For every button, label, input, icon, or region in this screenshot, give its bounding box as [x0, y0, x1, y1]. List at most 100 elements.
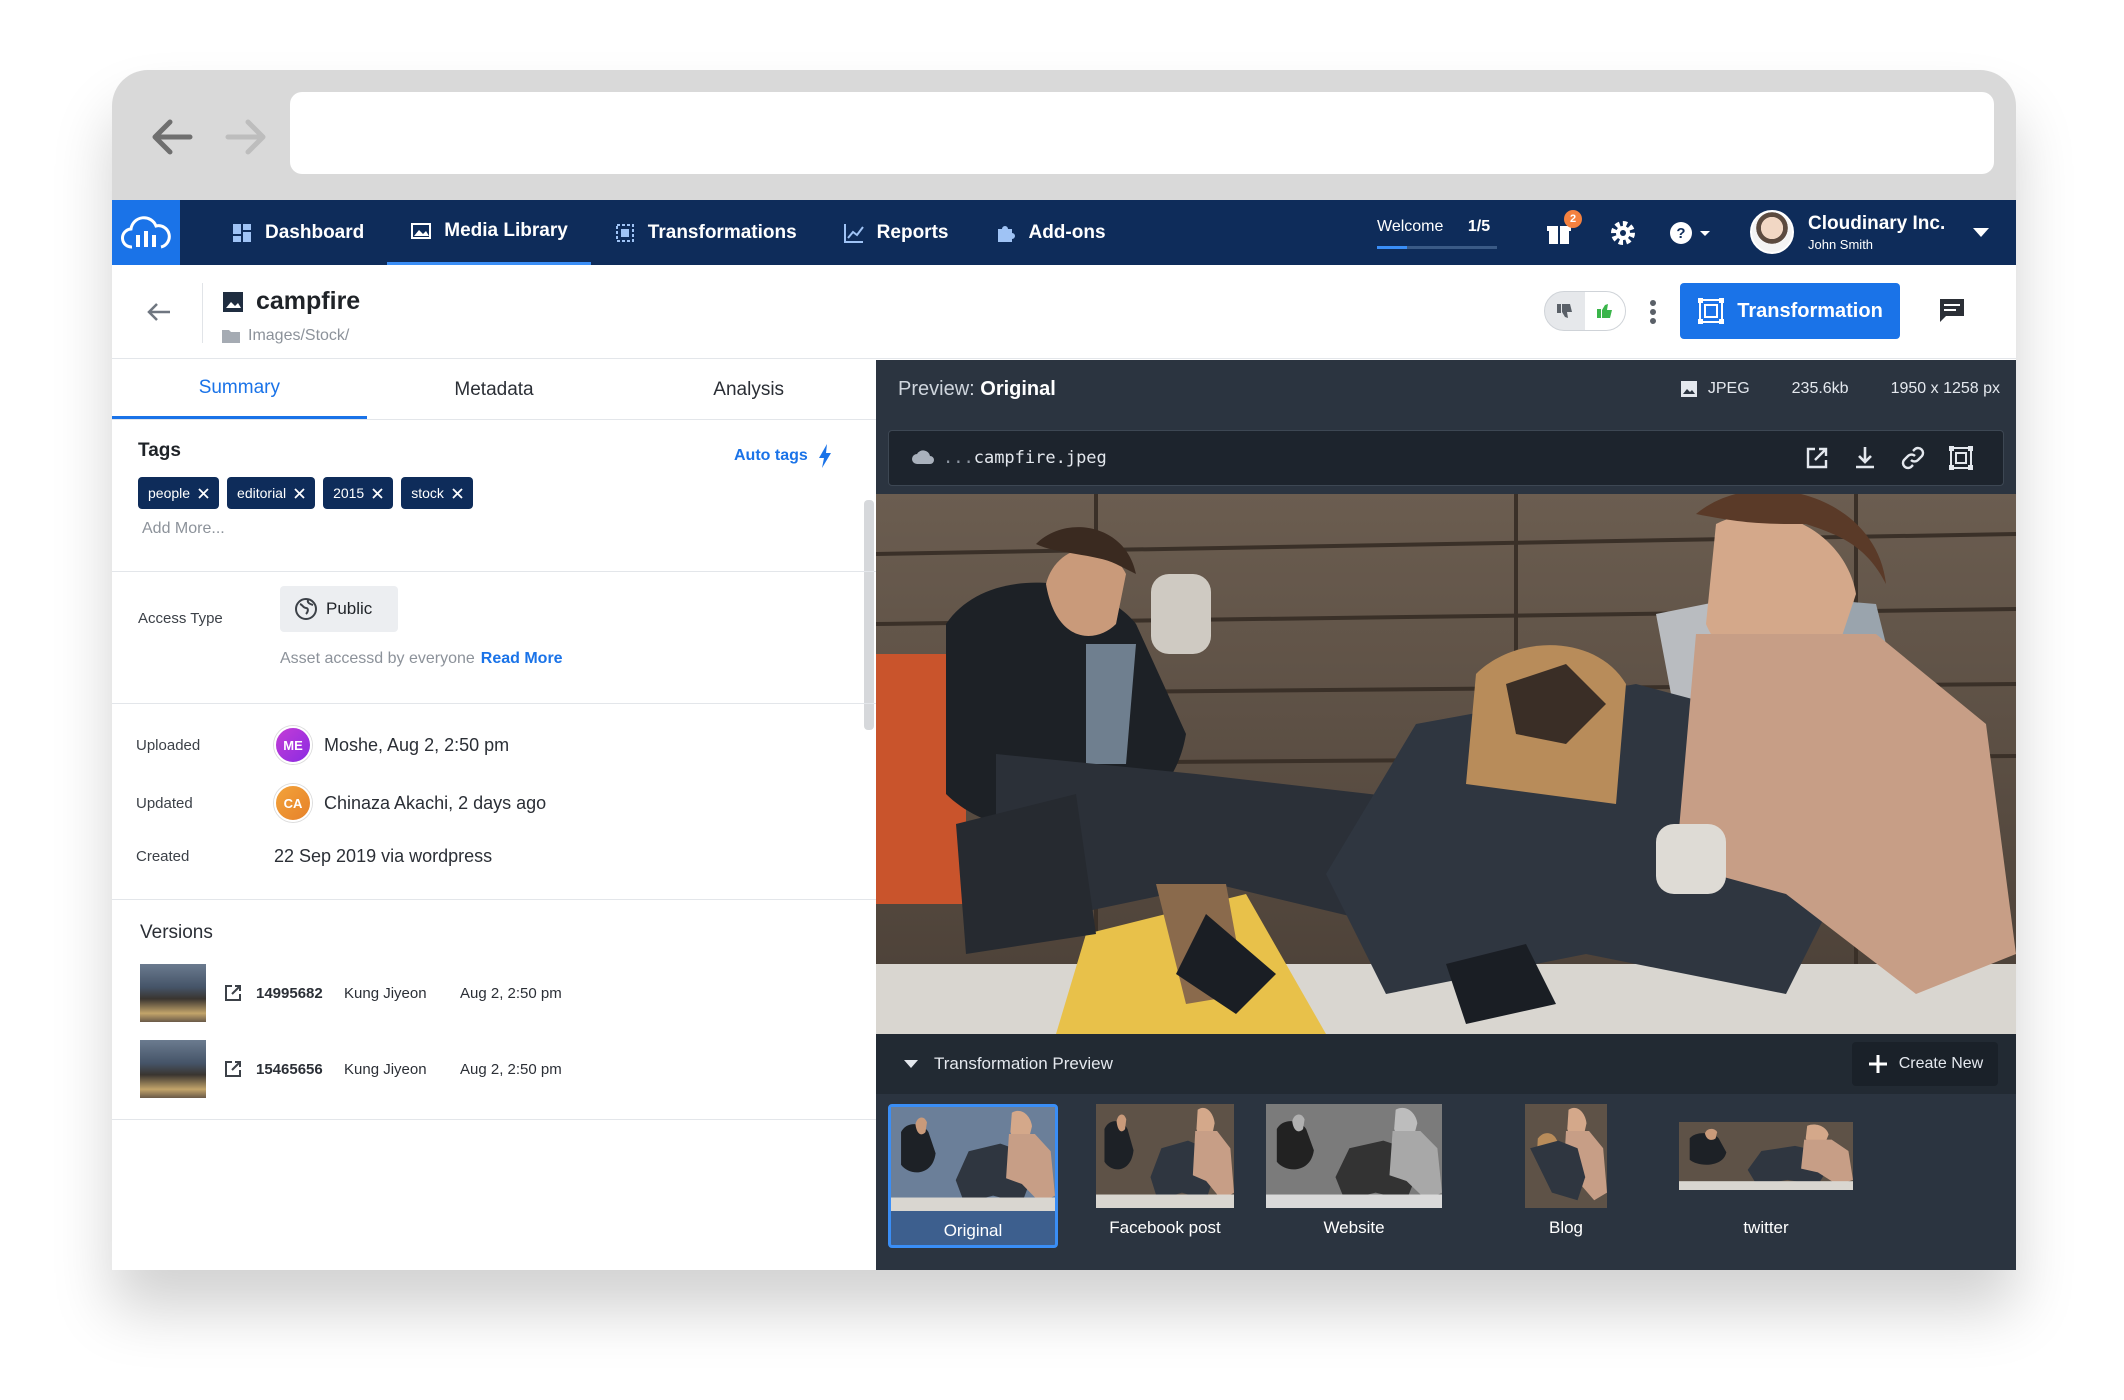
avatar: CA	[274, 784, 312, 822]
help-button[interactable]: ?	[1668, 218, 1718, 248]
thumb-website[interactable]: Website	[1266, 1104, 1442, 1238]
preview-title: Preview: Original	[898, 378, 1056, 401]
updated-value: Chinaza Akachi, 2 days ago	[324, 792, 547, 813]
download-icon[interactable]	[1851, 444, 1879, 472]
nav-reports[interactable]: Reports	[820, 200, 972, 265]
asset-url[interactable]: ...campfire.jpeg	[943, 448, 1107, 468]
settings-button[interactable]	[1608, 218, 1638, 248]
read-more-link[interactable]: Read More	[481, 650, 563, 667]
tag-chip: people	[138, 477, 220, 509]
url-filename: campfire.jpeg	[973, 448, 1107, 468]
close-icon[interactable]	[294, 487, 305, 499]
nav-label: Transformations	[647, 221, 797, 243]
welcome-progress[interactable]: Welcome 1/5	[1377, 218, 1497, 249]
created-value: 22 Sep 2019 via wordpress	[274, 846, 493, 866]
tab-summary[interactable]: Summary	[112, 360, 367, 419]
close-icon[interactable]	[372, 487, 383, 499]
tag-chip: 2015	[323, 477, 394, 509]
thumbs-down-icon	[1557, 304, 1572, 318]
forward-arrow-icon[interactable]	[220, 110, 274, 164]
close-icon[interactable]	[452, 487, 463, 499]
external-link-icon[interactable]	[224, 984, 242, 1002]
svg-text:?: ?	[1676, 225, 1685, 242]
version-row[interactable]: 15465656 Kung Jiyeon Aug 2, 2:50 pm	[140, 1040, 562, 1098]
auto-tags-button[interactable]: Auto tags	[734, 444, 832, 468]
uploaded-row: Uploaded ME Moshe, Aug 2, 2:50 pm	[136, 726, 509, 764]
version-user: Kung Jiyeon	[344, 1060, 427, 1078]
nav-transformations[interactable]: Transformations	[591, 200, 820, 265]
access-type-button[interactable]: Public	[280, 586, 398, 632]
tag-chip: stock	[401, 477, 473, 509]
tab-analysis[interactable]: Analysis	[621, 360, 876, 419]
user-menu[interactable]: Cloudinary Inc. John Smith	[1750, 210, 1990, 254]
notifications-button[interactable]: 2	[1544, 210, 1582, 248]
thumbs-up-icon	[1597, 304, 1612, 318]
versions-title: Versions	[140, 922, 213, 943]
create-new-button[interactable]: Create New	[1852, 1042, 1998, 1086]
welcome-progress-bar	[1377, 246, 1497, 249]
welcome-label: Welcome	[1377, 218, 1444, 235]
asset-meta: JPEG 235.6kb 1950 x 1258 px	[1680, 380, 2000, 398]
thumb-original[interactable]: Original	[888, 1104, 1058, 1248]
asset-header: campfire Images/Stock/ Transformation	[112, 265, 2016, 359]
asset-preview-image	[876, 494, 2016, 1034]
open-external-icon[interactable]	[1803, 444, 1831, 472]
chevron-down-icon	[1973, 227, 1990, 237]
thumbnail-label: Facebook post	[1109, 1218, 1221, 1237]
tag-label: people	[148, 485, 191, 501]
thumb-facebook-post[interactable]: Facebook post	[1096, 1104, 1234, 1238]
top-navigation: Dashboard Media Library Transformations …	[112, 200, 2016, 265]
uploaded-label: Uploaded	[136, 736, 201, 754]
version-date: Aug 2, 2:50 pm	[460, 984, 562, 1002]
back-arrow-icon[interactable]	[146, 301, 172, 323]
nav-dashboard[interactable]: Dashboard	[208, 200, 387, 265]
chart-line-icon	[843, 223, 864, 243]
tag-chip: editorial	[227, 477, 316, 509]
org-name: Cloudinary Inc.	[1808, 212, 1946, 234]
nav-add-ons[interactable]: Add-ons	[971, 200, 1128, 265]
nav-media-library[interactable]: Media Library	[387, 200, 591, 265]
thumbs-down-button[interactable]	[1545, 292, 1585, 330]
transform-icon	[615, 223, 634, 242]
address-bar[interactable]	[290, 92, 1994, 174]
transformation-preview-toggle[interactable]: Transformation Preview	[904, 1054, 1113, 1074]
plus-icon	[1868, 1055, 1887, 1073]
thumbs-up-button[interactable]	[1585, 292, 1625, 330]
puzzle-icon	[998, 225, 1016, 242]
comments-icon[interactable]	[1938, 297, 1966, 323]
transformation-preview-title: Transformation Preview	[934, 1054, 1113, 1073]
thumbnail-label: Blog	[1548, 1218, 1584, 1237]
uploaded-value: Moshe, Aug 2, 2:50 pm	[324, 734, 510, 755]
thumbnail-image	[1096, 1104, 1234, 1208]
image-icon	[1680, 381, 1697, 397]
version-row[interactable]: 14995682 Kung Jiyeon Aug 2, 2:50 pm	[140, 964, 562, 1022]
more-options-icon[interactable]	[1649, 299, 1657, 325]
link-icon[interactable]	[1899, 444, 1927, 472]
thumbnail-image	[1679, 1122, 1853, 1190]
format-value: JPEG	[1707, 380, 1750, 397]
close-icon[interactable]	[198, 487, 209, 499]
asset-path[interactable]: Images/Stock/	[222, 327, 349, 345]
cloudinary-logo[interactable]	[112, 200, 180, 265]
format-info: JPEG	[1680, 380, 1750, 398]
tab-metadata[interactable]: Metadata	[367, 360, 622, 419]
transform-icon[interactable]	[1947, 444, 1975, 472]
dashboard-icon	[233, 223, 251, 242]
tag-label: editorial	[237, 485, 287, 501]
back-arrow-icon[interactable]	[144, 110, 198, 164]
preview-label: Preview:	[898, 378, 975, 400]
add-tag-input[interactable]: Add More...	[142, 520, 225, 538]
external-link-icon[interactable]	[224, 1060, 242, 1078]
transformation-button[interactable]: Transformation	[1680, 283, 1900, 339]
thumb-blog[interactable]: Blog	[1476, 1104, 1656, 1238]
cloud-logo-icon	[121, 215, 171, 248]
thumb-twitter[interactable]: twitter	[1678, 1104, 1854, 1238]
transformation-button-label: Transformation	[1737, 299, 1883, 322]
version-user: Kung Jiyeon	[344, 984, 427, 1002]
create-new-label: Create New	[1898, 1055, 1984, 1072]
thumbnail-image	[891, 1107, 1055, 1211]
gear-icon	[1611, 221, 1635, 245]
transformation-thumbnails: Original Facebook post Website Blog twit…	[876, 1094, 2016, 1270]
notification-badge: 2	[1564, 210, 1582, 228]
preview-bar: Preview: Original JPEG 235.6kb 1950 x 12…	[876, 360, 2016, 422]
